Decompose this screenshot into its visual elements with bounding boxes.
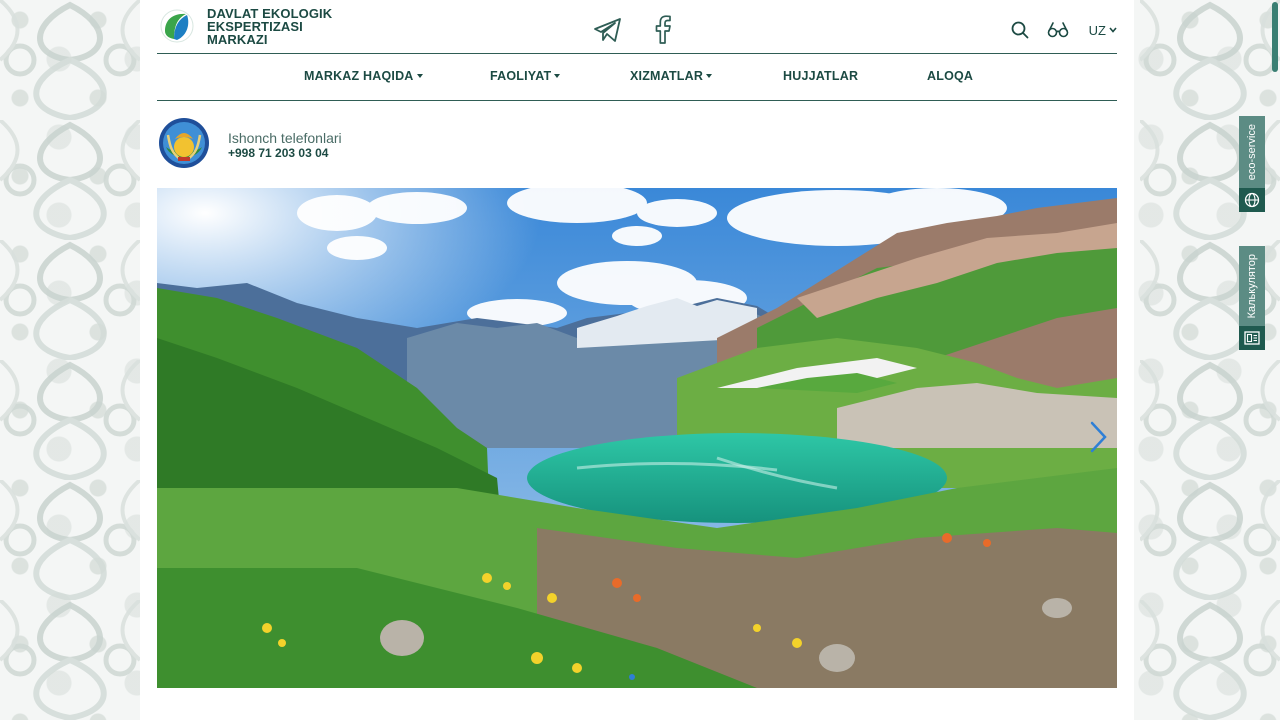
- globe-icon: [1239, 188, 1265, 213]
- header-tools: UZ: [993, 18, 1117, 42]
- search-button[interactable]: [1011, 21, 1029, 39]
- language-label: UZ: [1088, 22, 1106, 38]
- nav-item-label: HUJJATLAR: [783, 69, 859, 83]
- search-icon: [1011, 21, 1029, 39]
- nav-item-aloqa[interactable]: ALOQA: [927, 69, 973, 83]
- calculator-tab[interactable]: Калькулятор: [1239, 246, 1265, 351]
- nav-item-faoliyat[interactable]: FAOLIYAT: [490, 69, 561, 83]
- nav-item-markaz-haqida[interactable]: MARKAZ HAQIDA: [304, 69, 423, 83]
- site-header: DAVLAT EKOLOGIK EKSPERTIZASI MARKAZI UZ: [157, 0, 1117, 54]
- site-title[interactable]: DAVLAT EKOLOGIK EKSPERTIZASI MARKAZI: [207, 7, 347, 46]
- caret-down-icon: [554, 73, 561, 78]
- main-navigation: MARKAZ HAQIDA FAOLIYAT XIZMATLAR HUJJATL…: [157, 54, 1117, 101]
- page-scrollbar[interactable]: [1272, 2, 1278, 72]
- eco-service-tab[interactable]: eco-service: [1239, 116, 1265, 213]
- carousel-indicator[interactable]: [629, 674, 635, 680]
- hotline-block: Ishonch telefonlari +998 71 203 03 04: [157, 116, 1117, 172]
- logo-icon[interactable]: [160, 9, 194, 43]
- facebook-link[interactable]: [646, 14, 680, 46]
- hotline-phone[interactable]: +998 71 203 03 04: [228, 146, 328, 160]
- hotline-label: Ishonch telefonlari: [228, 130, 342, 146]
- hero-carousel[interactable]: [157, 188, 1117, 688]
- glasses-icon: [1047, 22, 1068, 38]
- nav-item-label: MARKAZ HAQIDA: [304, 69, 414, 83]
- nav-item-label: ALOQA: [927, 69, 974, 83]
- nav-item-label: XIZMATLAR: [630, 69, 704, 83]
- nav-item-label: FAOLIYAT: [490, 69, 552, 83]
- state-emblem-icon: [159, 118, 209, 168]
- accessibility-button[interactable]: [1047, 21, 1069, 39]
- chevron-down-icon: [1109, 27, 1117, 33]
- calculator-icon: [1239, 326, 1265, 351]
- caret-down-icon: [416, 73, 423, 78]
- page: DAVLAT EKOLOGIK EKSPERTIZASI MARKAZI UZ …: [0, 0, 1280, 720]
- main-content: DAVLAT EKOLOGIK EKSPERTIZASI MARKAZI UZ …: [140, 0, 1134, 720]
- carousel-next-button[interactable]: [1089, 420, 1109, 454]
- telegram-link[interactable]: [591, 14, 625, 46]
- decorative-pattern-right: [1140, 0, 1280, 720]
- caret-down-icon: [706, 73, 713, 78]
- calculator-label: Калькулятор: [1246, 254, 1258, 319]
- nav-item-xizmatlar[interactable]: XIZMATLAR: [630, 69, 713, 83]
- facebook-icon: [655, 15, 671, 44]
- language-selector[interactable]: UZ: [1089, 23, 1117, 38]
- site-title-line-3: MARKAZI: [207, 32, 268, 47]
- telegram-icon: [594, 18, 621, 42]
- decorative-pattern-left: [0, 0, 140, 720]
- nav-item-hujjatlar[interactable]: HUJJATLAR: [783, 69, 858, 83]
- eco-service-label: eco-service: [1246, 124, 1258, 181]
- hero-image: [157, 188, 1117, 688]
